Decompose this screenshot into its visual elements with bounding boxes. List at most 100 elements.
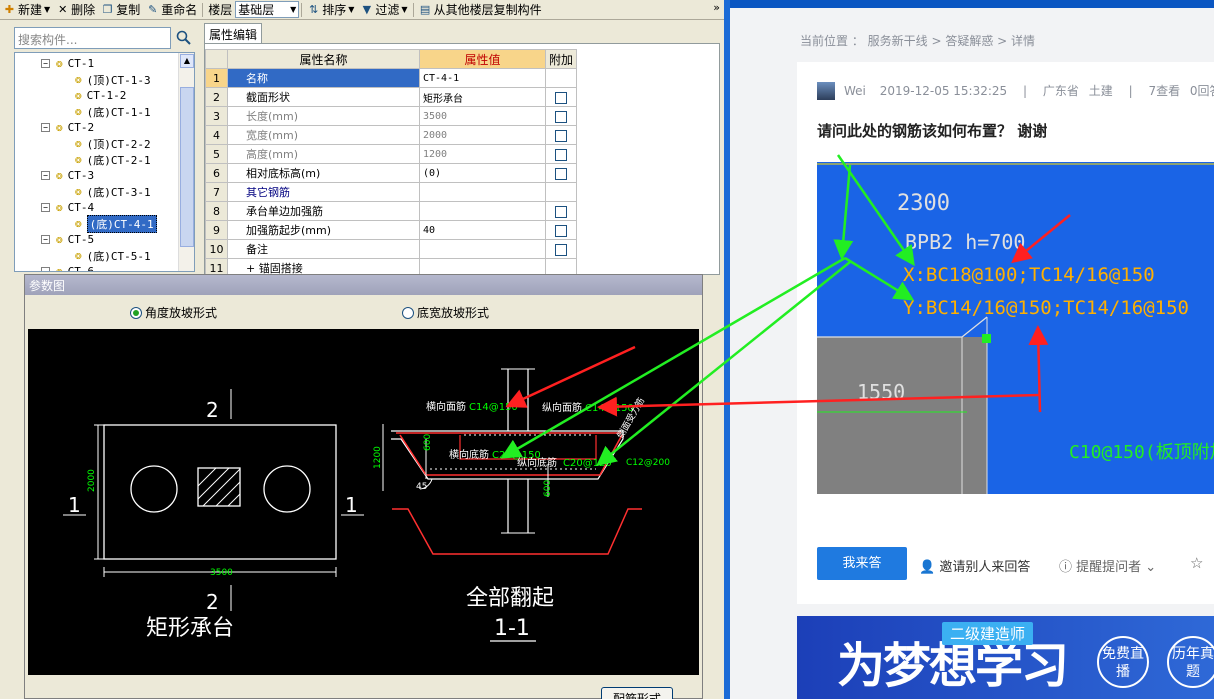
property-row[interactable]: 3 长度(mm) 3500 (205, 106, 578, 126)
scroll-thumb[interactable] (180, 87, 194, 247)
property-value-cell[interactable]: 40 (419, 220, 546, 240)
invite-button[interactable]: 👤 邀请别人来回答 (919, 556, 1030, 575)
component-gear-icon: ❂ (75, 153, 82, 166)
radio-checked-icon (130, 306, 142, 319)
tree-item[interactable]: ❂ (顶)CT-2-2 (75, 136, 151, 151)
extra-checkbox[interactable] (555, 91, 567, 104)
toolbar-overflow-icon[interactable]: » (713, 1, 720, 14)
question-image[interactable]: 2300 BPB2 h=700 X:BC18@100;TC14/16@150 Y… (817, 162, 1214, 494)
star-icon[interactable]: ☆ (1190, 554, 1203, 572)
extra-checkbox[interactable] (555, 167, 567, 180)
sort-button[interactable]: ⇅ 排序 ▼ (304, 1, 357, 19)
delete-button[interactable]: ✕ 删除 (53, 1, 98, 19)
avatar[interactable] (817, 82, 835, 100)
extra-checkbox[interactable] (555, 110, 567, 123)
component-gear-icon: ❂ (56, 57, 63, 70)
remind-button[interactable]: ⓘ 提醒提问者 ⌄ (1059, 556, 1156, 575)
angle-slope-radio[interactable]: 角度放坡形式 (130, 304, 217, 321)
filter-button[interactable]: ▼ 过滤 ▼ (357, 1, 410, 19)
tree-scrollbar[interactable]: ▲ (178, 53, 194, 271)
property-value-cell[interactable]: (0) (419, 163, 546, 183)
component-gear-icon: ❂ (75, 105, 82, 118)
tree-item[interactable]: ❂ (底)CT-1-1 (75, 104, 151, 119)
tree-group[interactable]: − ❂ CT-1 (41, 56, 94, 71)
promo-banner[interactable]: 为梦想学习 二级建造师 免费直播 历年真题 (797, 616, 1214, 699)
collapse-icon[interactable]: − (41, 203, 50, 212)
component-tree[interactable]: ▲ − ❂ CT-1 ❂ (顶)CT-1-3 ❂ CT-1-2 ❂ (底)CT-1-1− ❂ CT-… (14, 52, 195, 272)
property-row[interactable]: 10 备注 (205, 239, 578, 259)
column-hatch (197, 467, 241, 507)
property-value-cell[interactable] (419, 182, 546, 202)
tree-item[interactable]: ❂ (底)CT-4-1 (75, 214, 157, 233)
copy-icon: ❐ (102, 3, 113, 16)
rename-button[interactable]: ✎ 重命名 (143, 1, 200, 19)
collapse-icon[interactable]: − (41, 123, 50, 132)
tree-item[interactable]: ❂ (底)CT-3-1 (75, 184, 151, 199)
property-value-cell[interactable]: 2000 (419, 125, 546, 145)
collapse-icon[interactable]: − (41, 59, 50, 68)
tree-group[interactable]: − ❂ CT-2 (41, 120, 94, 135)
property-extra-cell (544, 87, 578, 107)
tree-group[interactable]: − ❂ CT-3 (41, 168, 94, 183)
tree-item[interactable]: ❂ (顶)CT-1-3 (75, 72, 151, 87)
property-row[interactable]: 11 + 锚固搭接 (205, 258, 578, 274)
property-value-cell[interactable]: CT-4-1 (419, 68, 546, 88)
bottom-y-rebar-label: 纵向底筋 (517, 456, 557, 469)
property-value-cell[interactable]: 3500 (419, 106, 546, 126)
extra-checkbox[interactable] (555, 224, 567, 237)
property-row[interactable]: 4 宽度(mm) 2000 (205, 125, 578, 145)
sort-icon: ⇅ (309, 3, 319, 16)
collapse-icon[interactable]: − (41, 171, 50, 180)
top-y-rebar-value: C14@150 (585, 403, 634, 414)
property-row[interactable]: 6 相对底标高(m) (0) (205, 163, 578, 183)
new-button[interactable]: ✚ 新建 ▼ (0, 1, 53, 19)
property-row[interactable]: 7 其它钢筋 (205, 182, 578, 202)
tab-property-editor[interactable]: 属性编辑 (204, 23, 262, 43)
property-value-cell[interactable] (419, 258, 546, 274)
property-row[interactable]: 2 截面形状 矩形承台 (205, 87, 578, 107)
property-row[interactable]: 1 名称 CT-4-1 (205, 68, 578, 88)
extra-checkbox[interactable] (555, 205, 567, 218)
property-row[interactable]: 9 加强筋起步(mm) 40 (205, 220, 578, 240)
property-value-cell[interactable]: 1200 (419, 144, 546, 164)
collapse-icon[interactable]: − (41, 267, 50, 271)
tree-group[interactable]: − ❂ CT-6 (41, 264, 94, 272)
tree-group[interactable]: − ❂ CT-5 (41, 232, 94, 247)
property-row[interactable]: 5 高度(mm) 1200 (205, 144, 578, 164)
copy-button[interactable]: ❐ 复制 (98, 1, 143, 19)
tree-group[interactable]: − ❂ CT-4 (41, 200, 94, 215)
search-icon[interactable] (173, 27, 195, 49)
scroll-up-icon[interactable]: ▲ (180, 54, 194, 68)
property-value-header: 属性值 (419, 49, 546, 69)
property-value-cell[interactable] (419, 239, 546, 259)
tree-item[interactable]: ❂ (底)CT-5-1 (75, 248, 151, 263)
component-gear-icon: ❂ (56, 233, 63, 246)
property-row[interactable]: 8 承台单边加强筋 (205, 201, 578, 221)
rebar-form-button[interactable]: 配筋形式 (601, 687, 673, 699)
answer-button[interactable]: 我来答 (817, 547, 907, 580)
user-name[interactable]: Wei (844, 84, 866, 98)
tree-item-label: (底)CT-4-1 (86, 214, 157, 233)
floor-select[interactable]: 基础层 ▼ (235, 1, 300, 18)
tree-item[interactable]: ❂ (底)CT-2-1 (75, 152, 151, 167)
component-gear-icon: ❂ (56, 265, 63, 272)
property-name: 高度(mm) (227, 144, 420, 164)
extra-checkbox[interactable] (555, 243, 567, 256)
breadcrumb[interactable]: 当前位置 ： 服务新干线 > 答疑解惑 > 详情 (800, 32, 1035, 49)
tree-item-label: (底)CT-1-1 (86, 105, 151, 119)
banner-past-exams[interactable]: 历年真题 (1167, 636, 1214, 688)
tree-item[interactable]: ❂ CT-1-2 (75, 88, 126, 103)
component-gear-icon: ❂ (75, 185, 82, 198)
property-value-cell[interactable]: 矩形承台 (419, 87, 546, 107)
component-search-input[interactable]: 搜索构件... (14, 27, 171, 49)
section-lower-height: 600 (543, 480, 553, 497)
extra-checkbox[interactable] (555, 148, 567, 161)
collapse-icon[interactable]: − (41, 235, 50, 244)
plan-width-dimension: 3500 (210, 568, 233, 578)
bottom-width-slope-radio[interactable]: 底宽放坡形式 (402, 304, 489, 321)
delete-icon: ✕ (58, 3, 68, 16)
extra-checkbox[interactable] (555, 129, 567, 142)
banner-free-live[interactable]: 免费直播 (1097, 636, 1149, 688)
copy-from-floor-button[interactable]: ▤ 从其他楼层复制构件 (416, 1, 545, 19)
property-value-cell[interactable] (419, 201, 546, 221)
